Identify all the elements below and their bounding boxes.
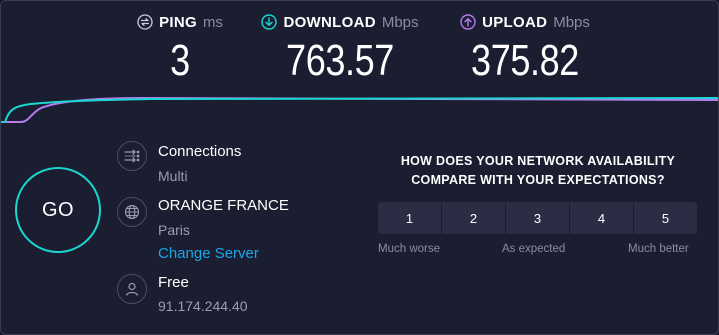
download-unit: Mbps: [381, 13, 419, 31]
speed-graph: [1, 96, 718, 123]
rating-button-5[interactable]: 5: [634, 202, 697, 234]
upload-speed-line: [1, 96, 718, 123]
download-metric: DOWNLOAD Mbps 763.57: [257, 11, 423, 83]
upload-value: 375.82: [471, 36, 579, 85]
go-button[interactable]: GO: [15, 167, 101, 253]
speedtest-result-panel: PING ms 3 DOWNLOAD Mbps 763.57 UPLOAD Mb…: [0, 0, 719, 335]
ping-label: PING: [159, 13, 197, 31]
ping-value: 3: [170, 36, 190, 85]
download-value: 763.57: [286, 36, 394, 85]
upload-unit: Mbps: [553, 13, 590, 31]
rating-button-3[interactable]: 3: [506, 202, 569, 234]
upload-metric: UPLOAD Mbps 375.82: [455, 11, 595, 83]
ping-metric: PING ms 3: [133, 11, 227, 83]
upload-label: UPLOAD: [482, 13, 548, 31]
download-arrow-icon: [261, 14, 278, 30]
ping-icon: [137, 14, 153, 30]
scale-label-low: Much worse: [378, 243, 440, 255]
isp-name: Free: [158, 274, 189, 291]
globe-icon: [117, 197, 147, 227]
ip-address: 91.174.244.40: [158, 298, 248, 314]
rating-button-2[interactable]: 2: [442, 202, 505, 234]
change-server-link[interactable]: Change Server: [158, 245, 259, 262]
server-city: Paris: [158, 222, 190, 238]
connections-title: Connections: [158, 143, 242, 160]
scale-label-mid: As expected: [502, 243, 566, 255]
download-speed-line: [1, 97, 718, 123]
scale-label-high: Much better: [628, 243, 689, 255]
rating-button-1[interactable]: 1: [378, 202, 441, 234]
upload-arrow-icon: [460, 14, 476, 30]
rating-button-4[interactable]: 4: [570, 202, 633, 234]
rating-scale: 1 2 3 4 5: [378, 202, 697, 234]
ping-unit: ms: [202, 13, 223, 31]
connections-mode: Multi: [158, 168, 188, 184]
connections-icon: [117, 141, 147, 171]
server-provider: ORANGE FRANCE: [158, 197, 289, 214]
user-icon: [117, 274, 147, 304]
survey-question: HOW DOES YOUR NETWORK AVAILABILITY COMPA…: [400, 154, 676, 187]
download-label: DOWNLOAD: [283, 13, 376, 31]
